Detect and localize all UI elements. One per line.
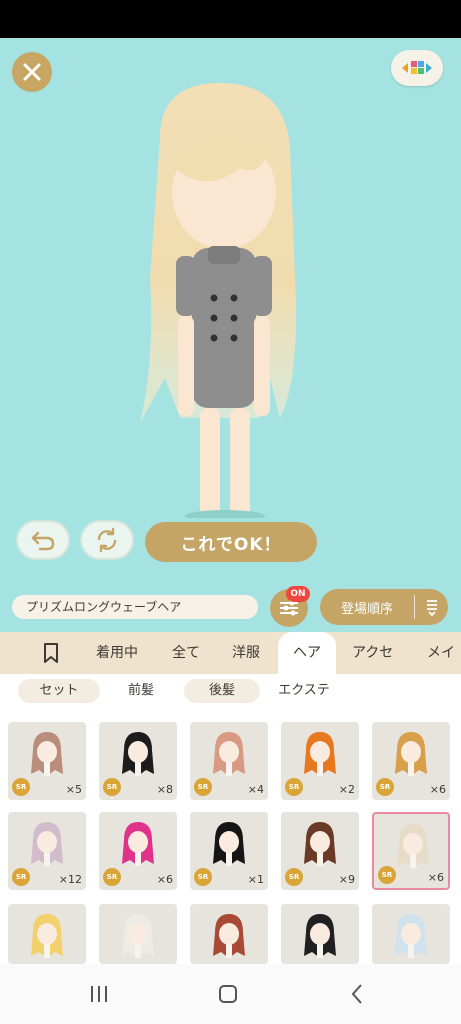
hair-item-card[interactable]: SR ×12: [8, 812, 86, 890]
rarity-badge: SR: [103, 868, 121, 886]
back-button[interactable]: [342, 982, 372, 1006]
item-toolbar: プリズムロングウェーブヘア ON 登場順序: [0, 580, 461, 632]
hair-item-card[interactable]: [281, 904, 359, 964]
hair-thumbnail: [395, 914, 427, 958]
filter-on-badge: ON: [286, 586, 310, 602]
selected-item-name: プリズムロングウェーブヘア: [12, 595, 258, 619]
hair-item-card[interactable]: SR ×4: [190, 722, 268, 800]
owned-count: ×6: [427, 871, 444, 884]
sort-order-button[interactable]: 登場順序: [320, 589, 448, 625]
owned-count: ×4: [247, 783, 264, 796]
hair-item-card[interactable]: SR ×9: [281, 812, 359, 890]
hair-item-card[interactable]: SR ×5: [8, 722, 86, 800]
hair-thumbnail: [304, 732, 336, 776]
hair-thumbnail: [397, 824, 429, 868]
avatar-stage: これでOK！: [0, 38, 461, 580]
tab-accessories[interactable]: アクセ: [352, 632, 393, 674]
refresh-icon: [97, 527, 117, 553]
hair-item-card[interactable]: SR ×6: [372, 722, 450, 800]
hair-item-card[interactable]: [8, 904, 86, 964]
hair-thumbnail: [31, 732, 63, 776]
hair-thumbnail: [213, 732, 245, 776]
hair-thumbnail: [122, 914, 154, 958]
owned-count: ×6: [156, 873, 173, 886]
hair-thumbnail: [31, 822, 63, 866]
hair-thumbnail: [122, 822, 154, 866]
recents-icon: [91, 986, 107, 1002]
rarity-badge: SR: [378, 866, 396, 884]
category-tabs: 着用中 全て 洋服 ヘア アクセ メイク: [0, 632, 461, 674]
hair-item-card[interactable]: SR ×6: [99, 812, 177, 890]
undo-button[interactable]: [16, 520, 70, 560]
hair-item-card[interactable]: SR ×1: [190, 812, 268, 890]
hair-item-card[interactable]: SR ×8: [99, 722, 177, 800]
owned-count: ×1: [247, 873, 264, 886]
hair-thumbnail: [122, 732, 154, 776]
owned-count: ×2: [338, 783, 355, 796]
hair-thumbnail: [31, 914, 63, 958]
android-nav-bar: [0, 964, 461, 1024]
rarity-badge: SR: [12, 778, 30, 796]
confirm-ok-button[interactable]: これでOK！: [145, 522, 317, 562]
owned-count: ×8: [156, 783, 173, 796]
close-icon: [23, 63, 41, 81]
subtab-set[interactable]: セット: [18, 679, 100, 703]
rarity-badge: SR: [194, 778, 212, 796]
subtab-bangs[interactable]: 前髪: [112, 679, 170, 703]
avatar-figure: [140, 83, 296, 518]
status-bar: [0, 0, 461, 38]
sort-direction-icon[interactable]: [415, 598, 448, 616]
hair-item-card[interactable]: [190, 904, 268, 964]
home-button[interactable]: [213, 982, 243, 1006]
home-icon: [219, 985, 237, 1003]
rarity-badge: SR: [12, 868, 30, 886]
hair-thumbnail: [213, 914, 245, 958]
hair-item-card[interactable]: [372, 904, 450, 964]
rarity-badge: SR: [376, 778, 394, 796]
hair-thumbnail: [304, 822, 336, 866]
subtab-back-hair[interactable]: 後髪: [184, 679, 260, 703]
reset-button[interactable]: [80, 520, 134, 560]
hair-item-card[interactable]: SR ×2: [281, 722, 359, 800]
hair-item-grid: SR ×5 SR ×8 SR ×4 SR ×2 SR ×6 SR ×12 SR ×6 SR ×1 SR ×9 SR ×…: [0, 708, 461, 964]
close-button[interactable]: [12, 52, 52, 92]
hair-item-card[interactable]: SR ×6: [372, 812, 450, 890]
hair-thumbnail: [304, 914, 336, 958]
tab-wearing[interactable]: 着用中: [96, 632, 138, 674]
hair-thumbnail: [395, 732, 427, 776]
hair-item-card[interactable]: [99, 904, 177, 964]
tab-hair[interactable]: ヘア: [278, 632, 336, 674]
color-palette-button[interactable]: [391, 50, 443, 86]
recent-apps-button[interactable]: [84, 982, 114, 1006]
hair-subtabs: セット 前髪 後髪 エクステ: [0, 674, 461, 708]
rarity-badge: SR: [285, 778, 303, 796]
sort-label: 登場順序: [340, 601, 393, 617]
owned-count: ×12: [58, 873, 82, 886]
tab-clothes[interactable]: 洋服: [232, 632, 260, 674]
owned-count: ×6: [429, 783, 446, 796]
tab-makeup[interactable]: メイク: [427, 632, 461, 674]
palette-icon: [402, 61, 432, 74]
owned-count: ×5: [65, 783, 82, 796]
back-icon: [351, 984, 362, 1004]
hair-thumbnail: [213, 822, 245, 866]
owned-count: ×9: [338, 873, 355, 886]
rarity-badge: SR: [285, 868, 303, 886]
undo-icon: [31, 531, 55, 551]
tab-all[interactable]: 全て: [172, 632, 200, 674]
bookmark-icon: [44, 643, 58, 663]
bookmark-tab[interactable]: [38, 632, 64, 674]
rarity-badge: SR: [103, 778, 121, 796]
rarity-badge: SR: [194, 868, 212, 886]
subtab-extensions[interactable]: エクステ: [270, 679, 338, 703]
